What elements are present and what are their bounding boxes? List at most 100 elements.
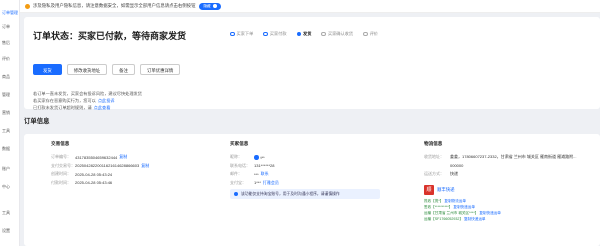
buyer-row: 邮件： *** 联系	[230, 170, 410, 179]
step-review: 评价	[363, 31, 378, 37]
left-sidebar: 订单管理 订单 售后 评价 商品 管理 营销 工具 数据 账户 中心 工具 设置	[0, 0, 20, 246]
buyer-info-title: 买家信息	[230, 141, 249, 146]
trade-info-title: 交易信息	[51, 141, 70, 146]
payment-number: 20250428220011621614628866603	[75, 163, 140, 169]
field-label: 创建时间：	[51, 171, 71, 177]
privacy-toggle-label: 隐藏	[203, 3, 211, 8]
buyer-email: ***	[254, 171, 259, 177]
contact-buyer-link[interactable]: 联系	[261, 171, 269, 177]
trade-row: 创建时间： 2025-04-28 05:43:24	[51, 170, 211, 179]
step-check-icon	[230, 31, 235, 37]
express-block: 顺 顺丰快递 揽收【揽*】 复制物流运单 签收【**********】 复制快递…	[424, 184, 600, 222]
postcode: 000000	[450, 163, 464, 169]
step-ship: 发货	[296, 31, 312, 37]
copy-payment-number-link[interactable]: 复制	[141, 163, 149, 169]
sidebar-item-review[interactable]: 评价	[0, 56, 20, 62]
order-status-card: 订单状态：买家已付款，等待商家发货 买家下单 买家付款 发货 买家确认收货 评价…	[24, 17, 600, 111]
step-label: 评价	[369, 31, 378, 36]
sidebar-item-settings[interactable]: 设置	[0, 228, 20, 234]
logistics-info-column: 物流信息 收货地址： 姜姜，17806607237-2332，甘肃省 兰州市 城…	[424, 141, 600, 222]
trace-text: 运输【甘肃省 兰州市 城关区****】	[424, 210, 479, 215]
paid-time: 2025-04-28 05:43:46	[75, 180, 113, 186]
field-label: 联系电话：	[230, 162, 250, 168]
sidebar-item-manage[interactable]: 管理	[0, 92, 20, 98]
sidebar-item-account[interactable]: 账户	[0, 166, 20, 172]
buyer-notice-text: 该功能仅支持淘宝账号，用于及时沟通小程序，请谨慎操作	[241, 191, 340, 196]
step-check-icon	[263, 31, 268, 37]
status-actions: 发货 修改收货地址 备注 订单优惠详情	[33, 64, 181, 75]
express-name-link[interactable]: 顺丰快递	[437, 187, 455, 193]
privacy-notice-bar: 涉及隐私及用户隐私信息，请注意数据安全，如需显示全部用户信息请点击右侧按钮 隐藏	[20, 0, 600, 13]
logistics-row: 000000	[424, 162, 600, 171]
buyer-notice-box: 该功能仅支持淘宝账号，用于及时沟通小程序，请谨慎操作	[230, 189, 380, 199]
warning-icon	[25, 3, 30, 9]
step-label: 发货	[303, 31, 312, 36]
step-label: 买家确认收货	[327, 31, 354, 36]
trade-info-column: 交易信息 订单编号： 4317835504659632444 复制 支付交易号：…	[51, 141, 211, 187]
privacy-notice-text: 涉及隐私及用户隐私信息，请注意数据安全，如需显示全部用户信息请点击右侧按钮	[33, 3, 196, 8]
buyer-phone: 131******28	[254, 163, 275, 169]
field-label: 订单编号：	[51, 154, 71, 160]
trace-line: 运输【SF1766052932】 复制快递运单	[424, 216, 600, 222]
field-label: 昵称：	[230, 154, 242, 160]
order-benefit-button[interactable]: 订单优惠详情	[139, 64, 181, 75]
order-info-card: 交易信息 订单编号： 4317835504659632444 复制 支付交易号：…	[24, 134, 600, 246]
step-order-placed: 买家下单	[230, 31, 253, 37]
copy-trace-link[interactable]: 复制快递运单	[453, 205, 475, 209]
sidebar-item-aftersale[interactable]: 售后	[0, 40, 20, 46]
hint-line: 已打款未发货订单超时规则，请 点此查看	[33, 104, 142, 111]
copy-trace-link[interactable]: 复制快递运单	[464, 217, 486, 221]
trace-text: 签收【**********】	[424, 204, 453, 209]
complain-link[interactable]: 点此投诉	[98, 98, 115, 103]
sidebar-item-tools[interactable]: 工具	[0, 128, 20, 134]
buyer-row: 支付宝： 1*** 打雅会员	[230, 179, 410, 188]
field-label: 支付宝：	[230, 179, 246, 185]
field-label: 收货地址：	[424, 154, 444, 160]
buyer-nickname: t**	[260, 154, 265, 160]
status-hints: 若订单一直未发货，买家会有投诉风险，建议尽快处理发货 若买家存在恶意购买行为，您…	[33, 90, 142, 111]
remark-button[interactable]: 备注	[112, 64, 135, 75]
step-confirm-receipt: 买家确认收货	[321, 31, 353, 37]
order-number: 4317835504659632444	[75, 154, 118, 160]
modify-address-button[interactable]: 修改收货地址	[66, 64, 108, 75]
privacy-toggle[interactable]: 隐藏	[199, 2, 221, 10]
section-title-order-info: 订单信息	[24, 118, 50, 125]
hint-line: 若买家存在恶意购买行为，您可以 点此投诉	[33, 97, 142, 104]
shipping-address: 姜姜，17806607237-2332，甘肃省 兰州市 城关区 雁南街道 雁滩路…	[450, 154, 577, 160]
sidebar-item-order[interactable]: 订单	[0, 24, 20, 30]
sidebar-item-order-manage[interactable]: 订单管理	[0, 10, 20, 16]
sidebar-item-goods[interactable]: 商品	[0, 74, 20, 80]
copy-order-number-link[interactable]: 复制	[119, 154, 127, 160]
ship-button[interactable]: 发货	[33, 64, 62, 75]
trace-text: 运输【SF1766052932】	[424, 216, 463, 221]
field-label: 支付交易号：	[51, 162, 75, 168]
step-label: 买家付款	[269, 31, 287, 36]
step-pending-icon	[363, 31, 368, 37]
step-label: 买家下单	[236, 31, 254, 36]
copy-trace-link[interactable]: 复制快递运单	[479, 211, 501, 215]
sidebar-item-tools-2[interactable]: 工具	[0, 210, 20, 216]
sidebar-item-center[interactable]: 中心	[0, 184, 20, 190]
buyer-avatar-icon	[254, 155, 259, 160]
order-progress-steps: 买家下单 买家付款 发货 买家确认收货 评价	[230, 31, 378, 37]
trade-row: 支付交易号： 20250428220011621614628866603 复制	[51, 162, 211, 171]
member-link[interactable]: 打雅会员	[263, 180, 279, 186]
hint-text: 若订单一直未发货，买家会有投诉风险，建议尽快处理发货	[33, 91, 142, 96]
field-label: 邮件：	[230, 171, 242, 177]
step-current-icon	[296, 31, 302, 37]
logistics-row: 运送方式： 快递	[424, 170, 600, 179]
trade-row: 订单编号： 4317835504659632444 复制	[51, 153, 211, 162]
trace-text: 揽收【揽*】	[424, 198, 444, 203]
hint-text: 已打款未发货订单超时规则，请	[33, 105, 92, 110]
shipping-method: 快递	[450, 171, 458, 177]
logistics-info-title: 物流信息	[424, 141, 443, 146]
buyer-info-column: 买家信息 昵称： t** 联系电话： 131******28 邮件： *** 联…	[230, 141, 410, 199]
view-rules-link[interactable]: 点此查看	[94, 105, 111, 110]
sidebar-item-data[interactable]: 数据	[0, 146, 20, 152]
copy-trace-link[interactable]: 复制物流运单	[444, 199, 466, 203]
step-pending-icon	[321, 31, 326, 37]
trade-row: 付款时间： 2025-04-28 05:43:46	[51, 179, 211, 188]
sidebar-item-marketing[interactable]: 营销	[0, 110, 20, 116]
express-logo-icon: 顺	[424, 184, 434, 195]
buyer-row: 昵称： t**	[230, 153, 410, 162]
